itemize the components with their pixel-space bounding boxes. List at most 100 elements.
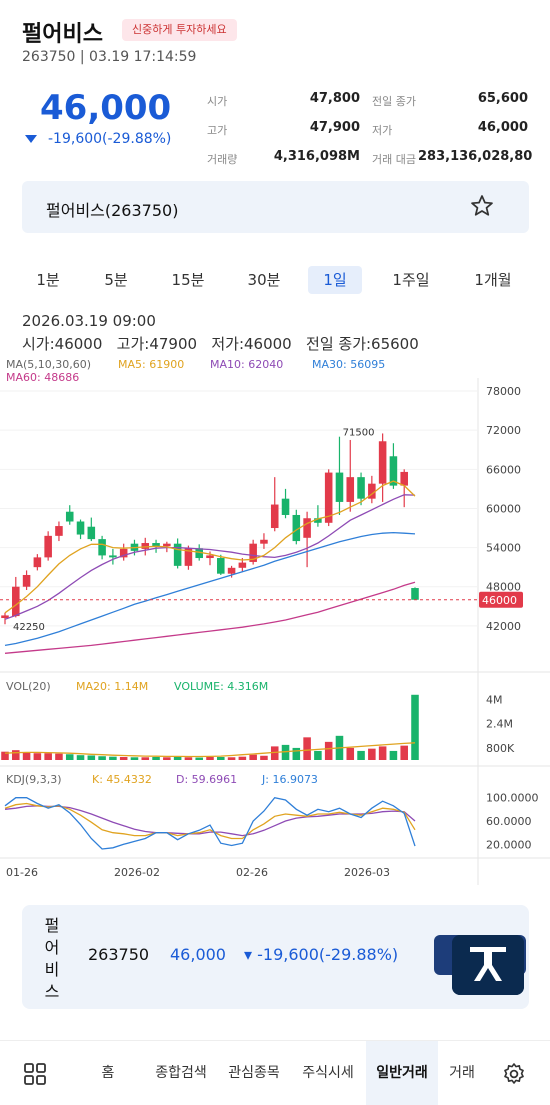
nav-trade[interactable]: 일반거래: [366, 1041, 438, 1105]
volume-bar: [119, 756, 128, 760]
stock-chart[interactable]: MA(5,10,30,60) MA5: 61900 MA10: 62040 MA…: [0, 355, 550, 885]
stock-card-name: 펄어비스(263750): [46, 201, 179, 220]
volume-label: 거래량: [207, 153, 238, 166]
ma60-legend: MA60: 48686: [6, 371, 79, 384]
candle-body: [260, 539, 268, 544]
min-price-label: 42250: [13, 622, 45, 633]
price-tick-label: 42000: [486, 620, 521, 633]
volume-bar: [184, 757, 193, 760]
period-tab-1m[interactable]: 1분: [24, 266, 72, 294]
candle-body: [238, 562, 247, 568]
stock-summary-strip[interactable]: 펄어비스 263750 46,000 ▾ -19,600(-29.88%): [22, 905, 529, 1009]
volume-bar: [346, 747, 355, 760]
kdj-legend-prefix: KDJ(9,3,3): [6, 773, 62, 786]
price-change: -19,600(-29.88%): [24, 131, 171, 147]
volume-bar: [411, 694, 419, 760]
max-price-label: 71500: [343, 427, 375, 438]
candle-body: [22, 574, 31, 587]
stock-card[interactable]: 펄어비스(263750): [22, 181, 529, 233]
candle-body: [76, 521, 85, 535]
volume-bar: [152, 756, 160, 760]
volume-bar: [109, 756, 117, 760]
candle-body: [411, 588, 419, 600]
volume-bar: [292, 747, 301, 760]
volume-bar: [303, 737, 311, 760]
volume-tick-label: 2.4M: [486, 718, 513, 731]
period-tab-1mo[interactable]: 1개월: [462, 266, 524, 294]
ohlc-date: 2026.03.19 09:00: [22, 312, 156, 330]
volume-tick-label: 800K: [486, 742, 515, 755]
kdj-tick-label: 100.0000: [486, 792, 539, 805]
code-timestamp: 263750 | 03.19 17:14:59: [22, 49, 197, 65]
low-value: 46,000: [477, 120, 528, 135]
volume-bar: [65, 754, 74, 760]
volume-panel: 4M 2.4M 800K: [1, 694, 515, 760]
period-tab-1w[interactable]: 1주일: [382, 266, 440, 294]
kdj-j-legend: J: 16.9073: [261, 773, 318, 786]
ma5-legend: MA5: 61900: [118, 358, 184, 371]
strip-stock-code: 263750: [88, 945, 150, 964]
open-label: 시가: [207, 95, 228, 108]
volume-bar: [130, 757, 139, 760]
bottom-nav: 홈 종합검색 관심종목 주식시세 일반거래 거래: [0, 1040, 550, 1105]
price-tick-label: 78000: [486, 385, 521, 398]
down-triangle-icon: [25, 135, 37, 143]
volume-bar: [368, 748, 376, 760]
volume-bar: [22, 752, 31, 760]
prev-close-value: 65,600: [477, 91, 528, 106]
period-tab-5m[interactable]: 5분: [92, 266, 140, 294]
volume-bar: [12, 750, 20, 760]
kdj-d-legend: D: 59.6961: [176, 773, 237, 786]
strip-price: 46,000: [170, 945, 226, 964]
period-tab-30m[interactable]: 30분: [238, 266, 290, 294]
volume-bar: [55, 753, 63, 760]
nav-watchlist[interactable]: 관심종목: [218, 1041, 290, 1105]
volume-bar: [249, 754, 257, 760]
gear-icon[interactable]: [502, 1062, 526, 1086]
volume-tick-label: 4M: [486, 694, 503, 707]
nav-quotes[interactable]: 주식시세: [292, 1041, 364, 1105]
volume-bar: [195, 757, 203, 760]
volume-bar: [227, 757, 236, 760]
candle-body: [227, 567, 236, 574]
period-tab-1d[interactable]: 1일: [308, 266, 362, 294]
volume-value: 4,316,098M: [273, 149, 360, 164]
nav-trade-more[interactable]: 거래: [440, 1041, 484, 1105]
candle-body: [378, 441, 387, 484]
amount-label: 거래 대금: [372, 153, 416, 166]
grid-icon[interactable]: [24, 1063, 46, 1085]
candle-body: [346, 477, 355, 502]
star-icon[interactable]: [469, 193, 495, 219]
app-logo-icon[interactable]: [452, 935, 524, 995]
volume-bar: [217, 756, 225, 760]
volume-bar: [173, 756, 182, 760]
candle-body: [303, 518, 311, 538]
ma10-legend: MA10: 62040: [210, 358, 283, 371]
nav-search[interactable]: 종합검색: [146, 1041, 216, 1105]
kdj-panel: 100.0000 60.0000 20.0000: [4, 792, 539, 851]
price-tick-label: 54000: [486, 542, 521, 555]
candle-body: [87, 526, 96, 540]
x-tick-label: 02-26: [236, 866, 268, 879]
ma30-legend: MA30: 56095: [312, 358, 385, 371]
current-price: 46,000: [40, 88, 172, 128]
price-change-text: -19,600(-29.88%): [48, 131, 172, 147]
candle-body: [335, 472, 344, 502]
candle-body: [357, 477, 365, 499]
x-tick-label: 01-26: [6, 866, 38, 879]
prev-close-label: 전일 종가: [372, 95, 416, 108]
current-price-tag-label: 46000: [482, 594, 517, 607]
candle-body: [44, 535, 52, 558]
x-axis: 01-26 2026-02 02-26 2026-03: [6, 866, 390, 879]
candle-body: [206, 555, 214, 559]
period-tab-15m[interactable]: 15분: [162, 266, 214, 294]
ma60-line: [4, 581, 416, 654]
nav-home[interactable]: 홈: [90, 1041, 126, 1105]
candle-body: [270, 504, 279, 529]
price-tick-label: 60000: [486, 502, 521, 515]
volume-bar: [87, 755, 96, 760]
amount-value: 283,136,028,80: [418, 149, 533, 164]
high-label: 고가: [207, 124, 228, 137]
candle-body: [281, 498, 290, 515]
candle-body: [12, 586, 20, 617]
